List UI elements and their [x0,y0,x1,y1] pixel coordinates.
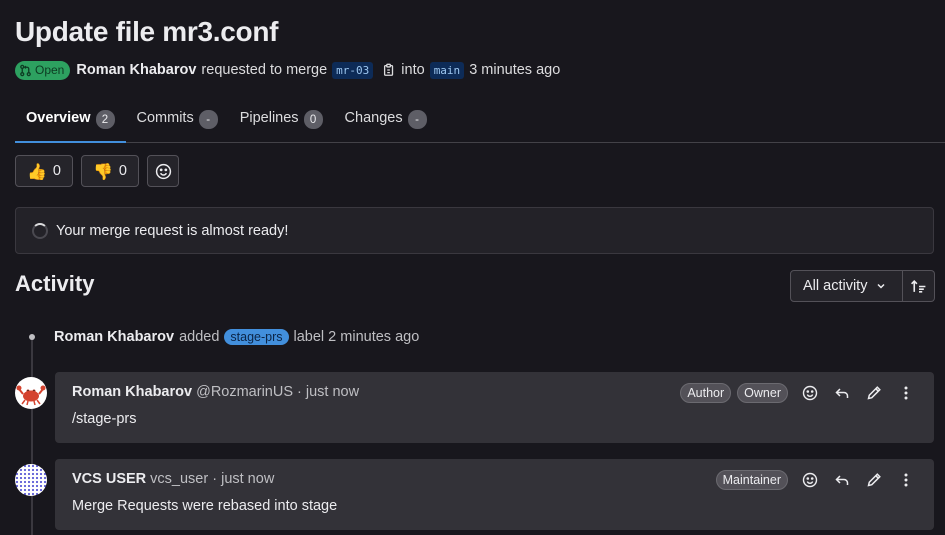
pencil-icon [867,473,881,487]
system-note-time: 2 minutes ago [328,329,420,345]
more-actions-button[interactable] [890,469,922,491]
system-note-dot [29,334,35,340]
page-title: Update file mr3.conf [15,16,279,47]
comment-note: Roman Khabarov @RozmarinUS · just now /s… [55,372,934,443]
note-header: Roman Khabarov @RozmarinUS · just now [72,384,359,400]
system-note: Roman Khabarov added stage-prs label 2 m… [54,327,419,347]
thumbsup-icon: 👍 [27,161,47,181]
avatar[interactable] [15,377,47,409]
reply-button[interactable] [826,382,858,404]
into-text: into [401,62,425,78]
system-note-author[interactable]: Roman Khabarov [54,329,174,345]
activity-filter-label: All activity [803,278,868,294]
loading-spinner-icon [32,222,48,239]
comment-note: VCS USER vcs_user · just now Merge Reque… [55,459,934,530]
activity-filter: All activity [790,270,935,302]
tab-count: - [198,110,218,129]
source-branch[interactable]: mr-03 [332,61,374,79]
mr-created-time: 3 minutes ago [469,62,561,78]
tab-count: - [407,110,427,129]
more-actions-button[interactable] [890,382,922,404]
system-note-suffix: label [293,329,325,345]
chevron-down-icon [877,283,885,289]
copy-icon[interactable] [382,63,396,77]
thumbsdown-icon: 👎 [93,161,113,181]
add-reaction-button[interactable] [147,155,179,187]
reply-icon [835,388,849,398]
status-label: Open [35,63,65,77]
edit-button[interactable] [858,382,890,404]
tab-pipelines[interactable]: Pipelines 0 [229,100,334,143]
tab-label: Changes [344,110,403,126]
note-author[interactable]: Roman Khabarov [72,384,192,400]
thumbsup-count: 0 [52,163,61,179]
target-branch[interactable]: main [429,61,465,79]
note-time[interactable]: · just now [297,384,359,400]
role-badge-maintainer: Maintainer [715,470,788,490]
edit-button[interactable] [858,469,890,491]
award-emoji-bar: 👍 0 👎 0 [15,155,179,187]
thumbsup-button[interactable]: 👍 0 [15,155,73,187]
thumbsdown-count: 0 [118,163,127,179]
reply-icon [835,475,849,485]
label-badge[interactable]: stage-prs [224,329,289,345]
mr-meta: Open Roman Khabarov requested to merge m… [15,60,560,80]
author-link[interactable]: Roman Khabarov [76,62,196,78]
role-badge-owner: Owner [737,383,788,403]
note-actions: Author Owner [680,382,922,404]
note-body: Merge Requests were rebased into stage [72,498,338,514]
activity-heading: Activity [15,271,95,296]
tab-count: 0 [303,110,323,129]
note-body: /stage-prs [72,411,137,427]
merge-request-icon [20,64,31,76]
add-reaction-button[interactable] [794,382,826,404]
add-reaction-button[interactable] [794,469,826,491]
reply-button[interactable] [826,469,858,491]
smiley-icon [802,385,818,401]
tab-label: Commits [136,110,194,126]
pencil-icon [867,386,881,400]
tab-changes[interactable]: Changes - [334,100,438,143]
note-header: VCS USER vcs_user · just now [72,471,274,487]
smiley-icon [802,472,818,488]
role-badge-author: Author [680,383,732,403]
timeline-line [31,337,33,535]
avatar[interactable] [15,464,47,496]
note-handle[interactable]: @RozmarinUS [196,384,293,400]
smiley-icon [155,163,171,179]
crab-avatar-icon [15,377,47,409]
note-handle[interactable]: vcs_user [150,471,208,487]
activity-filter-dropdown[interactable]: All activity [790,270,903,302]
kebab-menu-icon [904,386,908,400]
sort-direction-button[interactable] [903,270,935,302]
tab-count: 2 [95,110,115,129]
tab-commits[interactable]: Commits - [126,100,229,143]
kebab-menu-icon [904,473,908,487]
merge-action-text: requested to merge [201,62,328,78]
system-note-action: added [179,329,220,345]
identicon-avatar-icon [15,464,47,496]
thumbsdown-button[interactable]: 👎 0 [81,155,139,187]
mr-tabs: Overview 2 Commits - Pipelines 0 Changes… [15,100,945,143]
note-time[interactable]: · just now [212,471,274,487]
note-author[interactable]: VCS USER [72,471,146,487]
sort-ascending-icon [911,279,926,293]
status-badge: Open [15,60,71,80]
tab-overview[interactable]: Overview 2 [15,100,126,143]
tab-label: Overview [26,110,91,126]
merge-status-text: Your merge request is almost ready! [56,222,289,239]
tab-label: Pipelines [239,110,299,126]
merge-status-widget: Your merge request is almost ready! [15,207,934,254]
note-actions: Maintainer [715,469,922,491]
